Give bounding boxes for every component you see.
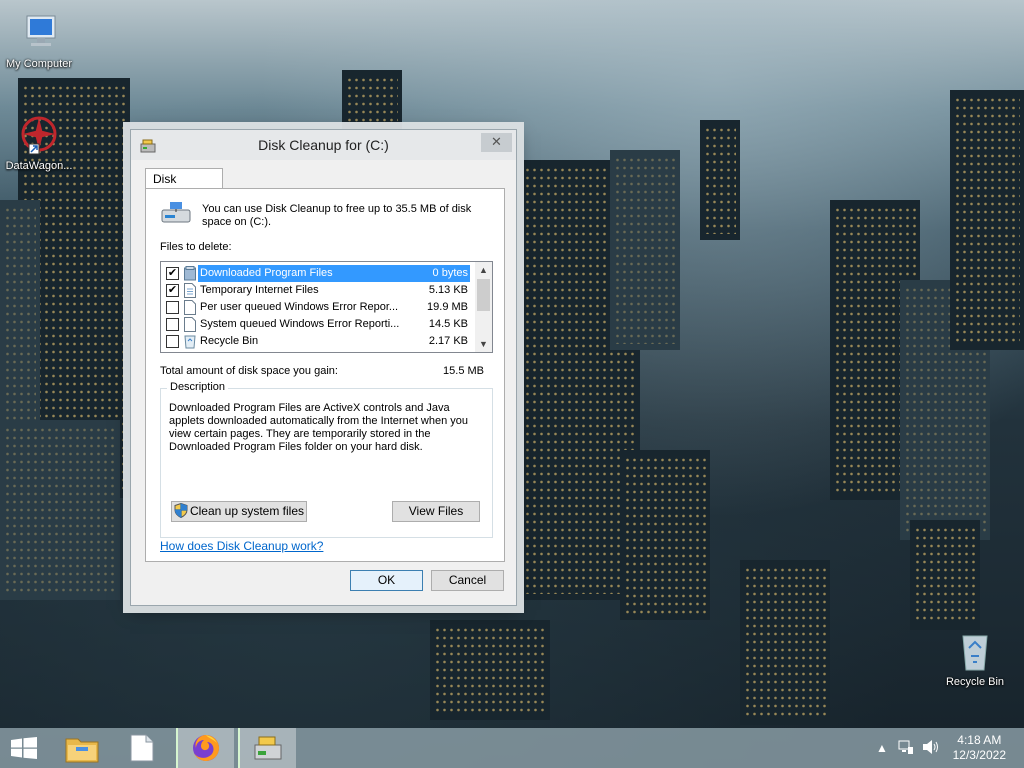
- cancel-button[interactable]: Cancel: [431, 570, 504, 591]
- list-item[interactable]: System queued Windows Error Reporti... 1…: [161, 316, 474, 333]
- list-item[interactable]: ✔ Temporary Internet Files 5.13 KB: [161, 282, 474, 299]
- clock-time: 4:18 AM: [957, 733, 1002, 747]
- ok-button[interactable]: OK: [350, 570, 423, 591]
- firefox-icon: [191, 733, 221, 766]
- tab-disk-cleanup[interactable]: Disk Cleanup: [145, 168, 223, 200]
- clean-up-system-files-label: Clean up system files: [189, 504, 305, 518]
- file-size: 14.5 KB: [428, 318, 468, 330]
- scrollbar-thumb[interactable]: [477, 279, 490, 311]
- description-legend: Description: [167, 381, 229, 393]
- total-space-label: Total amount of disk space you gain:: [160, 365, 338, 377]
- recycle-bin-icon: [184, 334, 196, 349]
- file-explorer-icon: [65, 735, 99, 766]
- uac-shield-icon: [174, 502, 188, 524]
- list-item[interactable]: Recycle Bin 2.17 KB: [161, 333, 474, 350]
- description-text: Downloaded Program Files are ActiveX con…: [169, 402, 469, 453]
- taskbar-notepad[interactable]: [115, 728, 169, 768]
- desktop-icon-label: My Computer: [5, 58, 73, 70]
- taskbar-disk-cleanup[interactable]: [238, 728, 296, 768]
- recycle-bin-desktop-icon[interactable]: Recycle Bin: [933, 630, 1017, 688]
- taskbar-file-explorer[interactable]: [56, 728, 110, 768]
- file-size: 0 bytes: [432, 267, 468, 279]
- scroll-up-arrow-icon[interactable]: ▲: [475, 262, 492, 278]
- clean-up-system-files-button[interactable]: Clean up system files: [171, 501, 307, 522]
- start-button[interactable]: [0, 728, 54, 768]
- document-icon: [184, 300, 196, 315]
- checkbox-unchecked[interactable]: [166, 301, 179, 314]
- file-name: Downloaded Program Files: [198, 265, 470, 282]
- taskbar-firefox[interactable]: [176, 728, 234, 768]
- dialog-title: Disk Cleanup for (C:): [258, 137, 389, 153]
- disk-cleanup-app-icon: [253, 735, 283, 764]
- document-icon: [184, 317, 196, 332]
- checkbox-checked[interactable]: ✔: [166, 267, 179, 280]
- view-files-button[interactable]: View Files: [392, 501, 480, 522]
- network-icon[interactable]: [898, 739, 914, 758]
- close-icon: ✕: [491, 134, 502, 149]
- total-space-row: Total amount of disk space you gain: 15.…: [160, 365, 484, 377]
- recycle-bin-icon: [953, 630, 997, 674]
- windows-logo-icon: [11, 737, 37, 762]
- my-computer-desktop-icon[interactable]: My Computer: [0, 12, 81, 70]
- file-size: 2.17 KB: [428, 335, 468, 347]
- files-to-delete-label: Files to delete:: [160, 241, 232, 253]
- dialog-titlebar[interactable]: Disk Cleanup for (C:) ✕: [131, 130, 516, 160]
- volume-icon[interactable]: [922, 739, 940, 758]
- checkbox-unchecked[interactable]: [166, 335, 179, 348]
- datawagon-logo-icon: [17, 114, 61, 158]
- checkbox-unchecked[interactable]: [166, 318, 179, 331]
- disk-cleanup-dialog: Disk Cleanup for (C:) ✕ Disk Cleanup You…: [130, 129, 517, 606]
- file-size: 5.13 KB: [428, 284, 468, 296]
- document-icon: [130, 734, 154, 765]
- folder-icon: [184, 266, 196, 281]
- show-hidden-icons-chevron-icon[interactable]: ▲: [876, 741, 888, 755]
- document-icon: [184, 283, 196, 298]
- taskbar: ▲ 4:18 AM 12/3/2022: [0, 728, 1024, 768]
- computer-icon: [17, 12, 61, 56]
- desktop-icon-label: DataWagon...: [5, 160, 73, 172]
- scroll-down-arrow-icon[interactable]: ▼: [475, 336, 492, 352]
- file-size: 19.9 MB: [427, 301, 468, 313]
- drive-cleanup-icon: [160, 200, 192, 226]
- datawagon-desktop-icon[interactable]: DataWagon...: [0, 114, 81, 172]
- intro-text: You can use Disk Cleanup to free up to 3…: [202, 203, 472, 228]
- clock-date: 12/3/2022: [952, 748, 1006, 762]
- close-button[interactable]: ✕: [481, 133, 512, 152]
- desktop-icon-label: Recycle Bin: [945, 676, 1005, 688]
- list-item[interactable]: ✔ Downloaded Program Files 0 bytes: [161, 265, 474, 282]
- list-item[interactable]: Per user queued Windows Error Repor... 1…: [161, 299, 474, 316]
- system-clock[interactable]: 4:18 AM 12/3/2022: [953, 733, 1006, 763]
- disk-cleanup-panel: You can use Disk Cleanup to free up to 3…: [145, 188, 505, 562]
- total-space-value: 15.5 MB: [443, 365, 484, 377]
- listbox-scrollbar[interactable]: ▲ ▼: [475, 262, 492, 352]
- checkbox-checked[interactable]: ✔: [166, 284, 179, 297]
- files-listbox[interactable]: ✔ Downloaded Program Files 0 bytes ✔ Tem…: [160, 261, 493, 353]
- help-link[interactable]: How does Disk Cleanup work?: [160, 539, 323, 553]
